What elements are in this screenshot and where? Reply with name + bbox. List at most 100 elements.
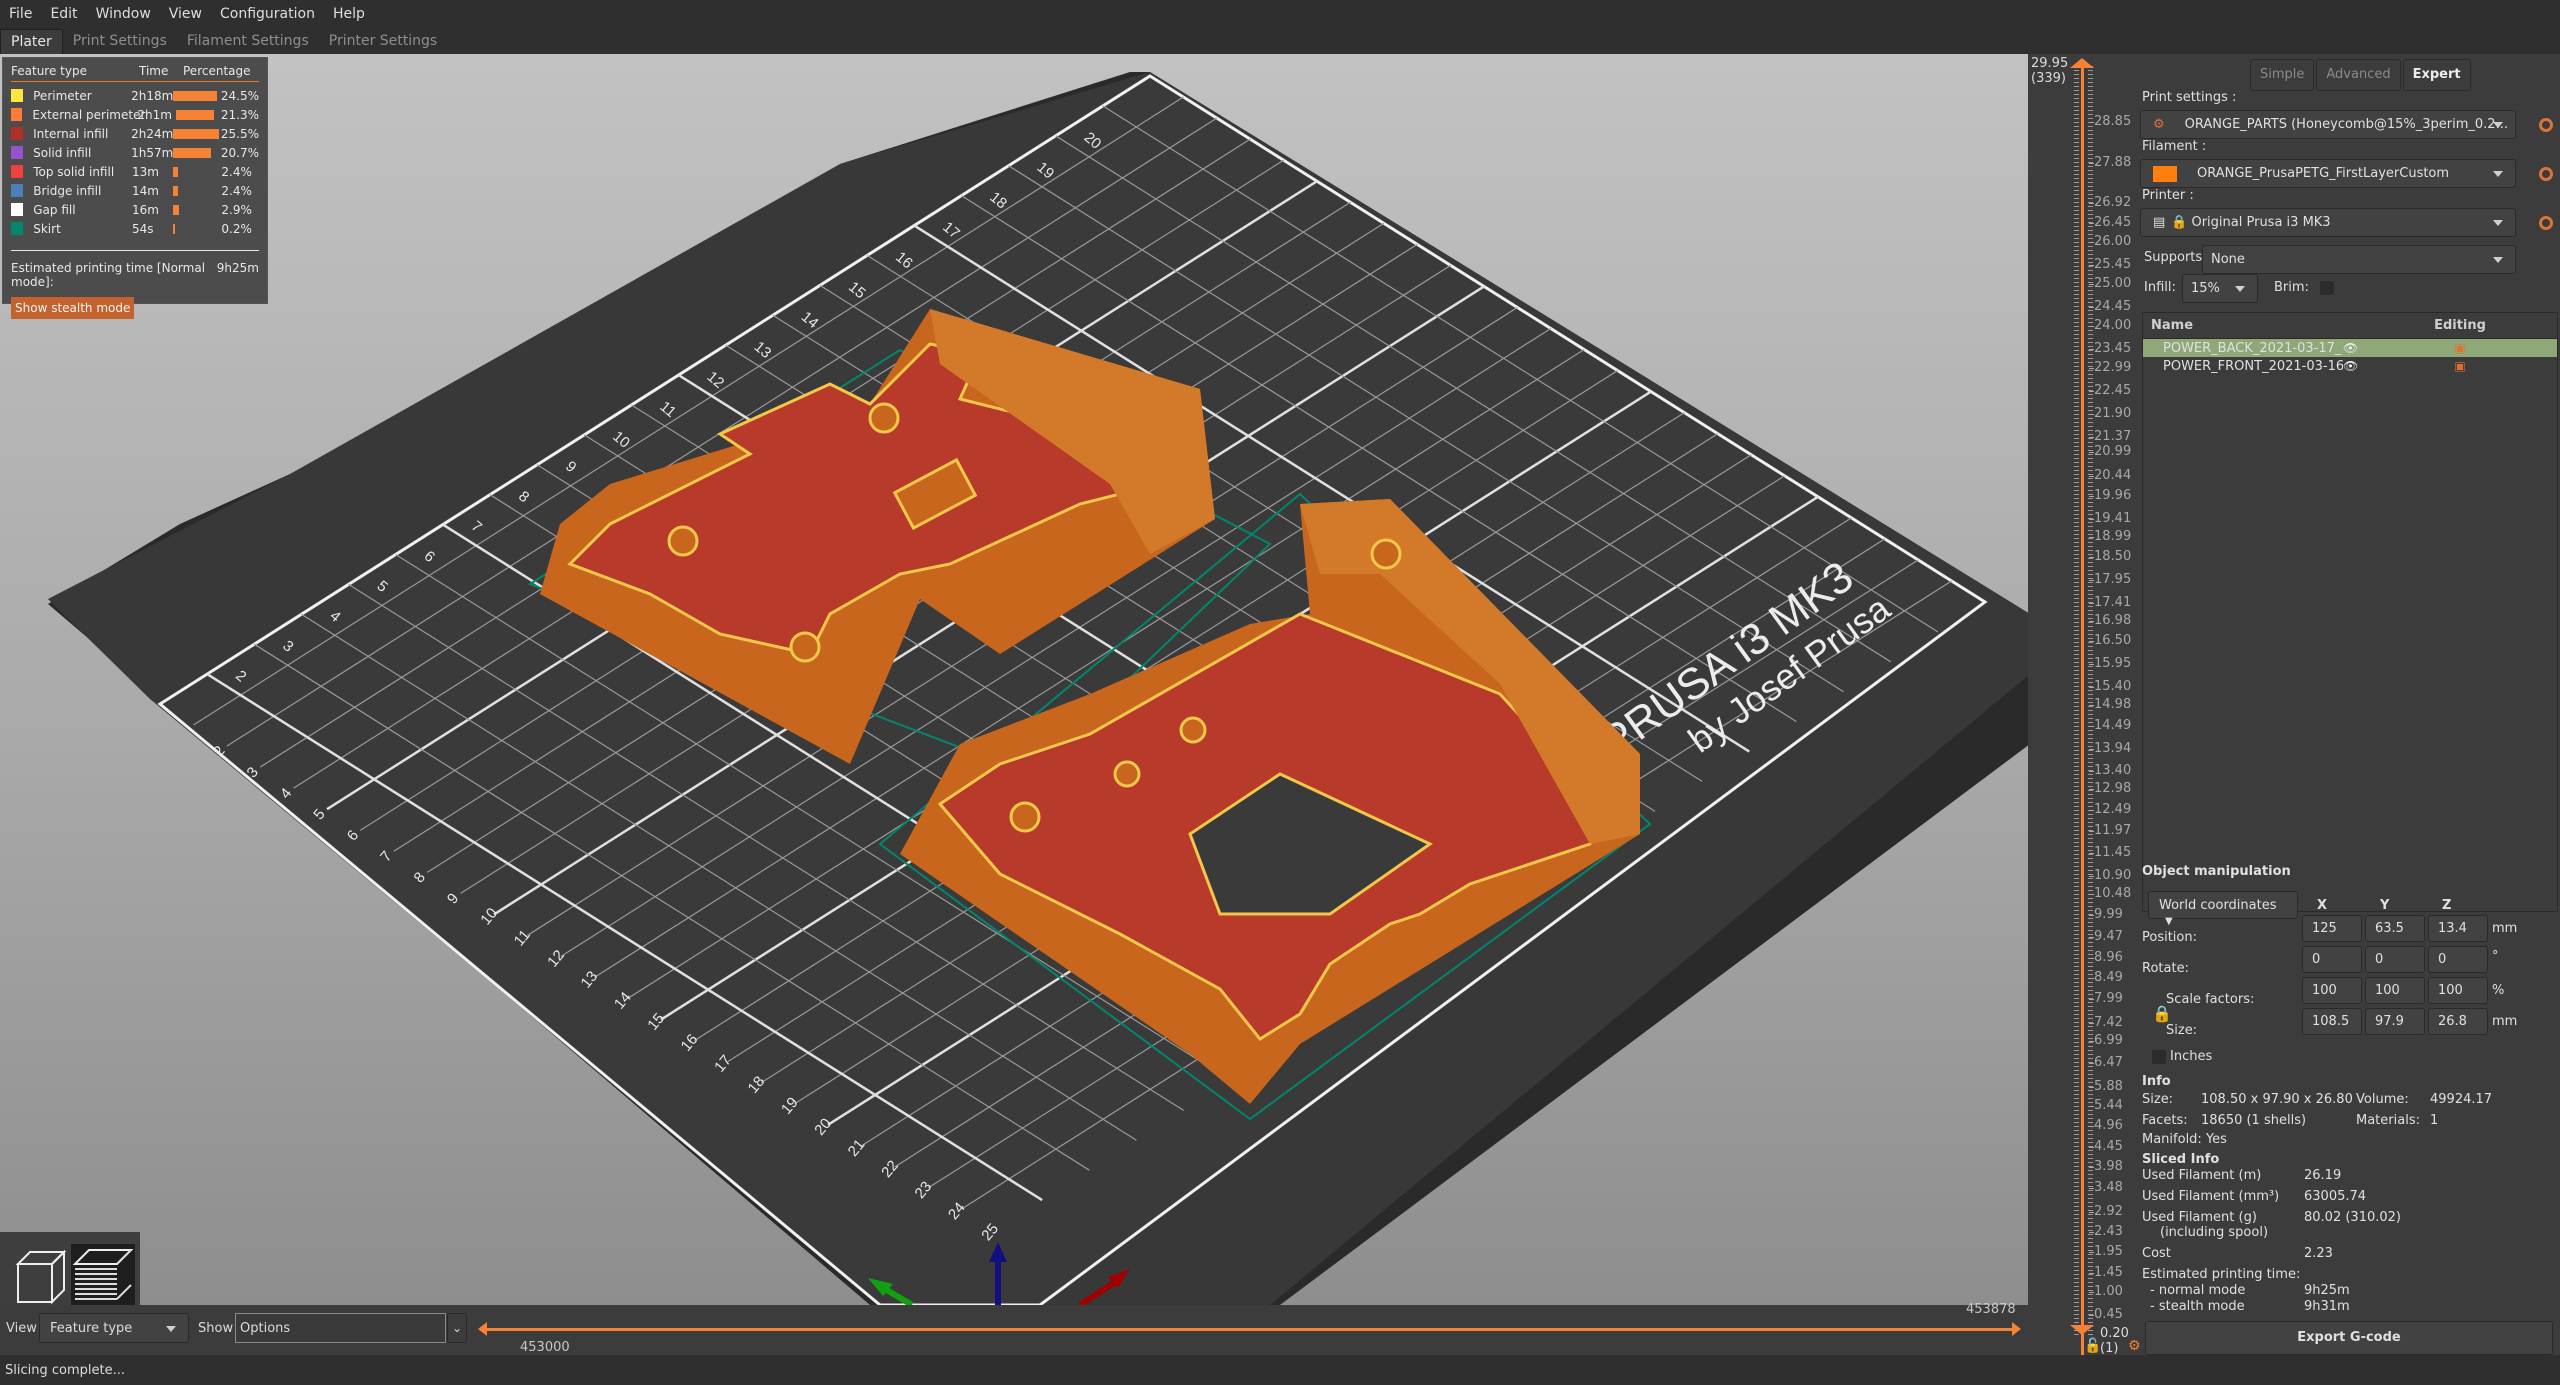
- legend-percentage-bar: [176, 109, 215, 120]
- supports-combo[interactable]: None: [2202, 245, 2516, 274]
- view-type-combo[interactable]: Feature type: [39, 1313, 189, 1343]
- slider-ticks-right: [2088, 66, 2093, 1336]
- layer-height-slider[interactable]: 29.95 (339) 28.85 27.88 26.92 26.45 26.00 25.…: [2028, 54, 2141, 1366]
- moves-slider-track[interactable]: [486, 1328, 2016, 1331]
- legend-row: Perimeter 2h18m 24.5%: [11, 86, 259, 105]
- show-options-dropdown-button[interactable]: ⌄: [447, 1313, 467, 1343]
- scale-unit: %: [2492, 983, 2505, 998]
- object-list-item[interactable]: POWER_BACK_2021-03-17_1 👁 ▣: [2143, 339, 2557, 357]
- size-z-field[interactable]: 26.8: [2428, 1008, 2488, 1035]
- edit-settings-icon[interactable]: ▣: [2363, 359, 2557, 373]
- position-z-field[interactable]: 13.4: [2428, 915, 2488, 942]
- slider-track[interactable]: [2081, 66, 2084, 1366]
- tab-bar: Plater Print Settings Filament Settings …: [0, 27, 2560, 54]
- object-list-item[interactable]: POWER_FRONT_2021-03-16_ 👁 ▣: [2143, 357, 2557, 375]
- slider-lower-thumb[interactable]: [2070, 1325, 2094, 1335]
- tab-print-settings[interactable]: Print Settings: [63, 29, 177, 54]
- info-volume-label: Volume:: [2356, 1092, 2409, 1107]
- tab-printer-settings[interactable]: Printer Settings: [319, 29, 447, 54]
- infill-label: Infill:: [2144, 280, 2176, 295]
- filament-edit-icon[interactable]: [2539, 167, 2553, 181]
- size-x-field[interactable]: 108.5: [2302, 1008, 2362, 1035]
- coordinate-system-combo[interactable]: World coordinates ▼: [2148, 891, 2298, 927]
- legend-swatch: [11, 89, 24, 102]
- menu-configuration[interactable]: Configuration: [211, 6, 324, 22]
- printer-value: Original Prusa i3 MK3: [2191, 215, 2331, 230]
- legend-feature-name: External perimeter: [32, 107, 146, 122]
- slider-tick-label: 24.45: [2088, 299, 2132, 315]
- edit-settings-icon[interactable]: ▣: [2363, 341, 2557, 355]
- position-y-field[interactable]: 63.5: [2365, 915, 2425, 942]
- moves-slider-right-thumb[interactable]: [2012, 1322, 2021, 1336]
- object-list-header: Name Editing: [2143, 313, 2557, 339]
- legend-feature-name: Top solid infill: [33, 164, 115, 179]
- infill-combo[interactable]: 15%: [2182, 274, 2258, 303]
- printer-combo[interactable]: ▤ 🔒 Original Prusa i3 MK3: [2140, 208, 2516, 237]
- tab-filament-settings[interactable]: Filament Settings: [177, 29, 319, 54]
- export-gcode-button[interactable]: Export G-code: [2145, 1321, 2553, 1355]
- menu-edit[interactable]: Edit: [41, 6, 86, 22]
- printer-edit-icon[interactable]: [2539, 216, 2553, 230]
- legend-row: External perimeter 2h1m 21.3%: [11, 105, 259, 124]
- layers-view-button[interactable]: [71, 1244, 135, 1305]
- legend-row: Gap fill 16m 2.9%: [11, 200, 259, 219]
- column-name[interactable]: Name: [2143, 318, 2363, 333]
- scale-x-field[interactable]: 100: [2302, 977, 2362, 1004]
- filament-combo[interactable]: ORANGE_PrusaPETG_FirstLayerCustom: [2140, 159, 2516, 188]
- menu-window[interactable]: Window: [87, 6, 160, 22]
- eye-icon[interactable]: 👁: [2343, 341, 2363, 355]
- legend-swatch: [11, 184, 24, 197]
- slider-tick-label: 16.50: [2088, 633, 2132, 649]
- rotate-x-field[interactable]: 0: [2302, 946, 2362, 973]
- tab-plater[interactable]: Plater: [0, 29, 63, 54]
- cost-value: 2.23: [2304, 1246, 2333, 1261]
- legend-swatch: [11, 222, 24, 235]
- unlock-icon[interactable]: 🔓: [2084, 1338, 2101, 1354]
- 3d-view-button[interactable]: [8, 1244, 72, 1305]
- slider-upper-thumb[interactable]: [2070, 58, 2094, 68]
- moves-slider-left-thumb[interactable]: [478, 1322, 487, 1336]
- legend-feature-name: Gap fill: [33, 202, 76, 217]
- estimated-time-label: Estimated printing time [Normal mode]:: [11, 261, 206, 289]
- legend-percentage-bar: [173, 147, 211, 158]
- slider-top-height: 29.95: [2031, 56, 2069, 71]
- inches-checkbox[interactable]: [2152, 1050, 2166, 1064]
- rotate-z-field[interactable]: 0: [2428, 946, 2488, 973]
- object-manipulation-title: Object manipulation: [2142, 864, 2291, 879]
- mode-expert-button[interactable]: Expert: [2402, 59, 2471, 91]
- scale-z-field[interactable]: 100: [2428, 977, 2488, 1004]
- show-options-combo[interactable]: Options: [235, 1313, 446, 1343]
- brim-checkbox[interactable]: [2320, 281, 2334, 295]
- menu-view[interactable]: View: [160, 6, 211, 22]
- brim-label: Brim:: [2274, 280, 2309, 295]
- menu-file[interactable]: File: [0, 6, 41, 22]
- column-editing[interactable]: Editing: [2363, 318, 2557, 333]
- slider-tick-label: 0.45: [2089, 1307, 2123, 1323]
- slider-tick-label: 3.98: [2089, 1159, 2123, 1175]
- 3d-preview-canvas[interactable]: PRUSA i3 MK3 by Josef Prusa 2 3 4 5 6 7 8 9 10 11…: [0, 54, 2028, 1305]
- print-settings-edit-icon[interactable]: [2539, 118, 2553, 132]
- position-x-field[interactable]: 125: [2302, 915, 2362, 942]
- mode-advanced-button[interactable]: Advanced: [2316, 59, 2401, 91]
- rotate-y-field[interactable]: 0: [2365, 946, 2425, 973]
- print-settings-combo[interactable]: ⚙ ORANGE_PARTS (Honeycomb@15%_3perim_0.2…: [2140, 110, 2516, 139]
- show-stealth-mode-button[interactable]: Show stealth mode: [11, 297, 135, 319]
- size-unit: mm: [2492, 1014, 2518, 1029]
- slider-tick-label: 8.49: [2089, 969, 2123, 985]
- eye-icon[interactable]: 👁: [2343, 359, 2363, 373]
- mode-simple-button[interactable]: Simple: [2250, 59, 2315, 91]
- sidebar: Simple Advanced Expert Print settings : …: [2140, 54, 2560, 1355]
- info-title: Info: [2142, 1074, 2171, 1089]
- legend-estimated-time: Estimated printing time [Normal mode]: 9…: [11, 261, 259, 289]
- scale-y-field[interactable]: 100: [2365, 977, 2425, 1004]
- legend-feature-name: Solid infill: [33, 145, 92, 160]
- slider-tick-label: 19.41: [2088, 510, 2132, 526]
- object-list: Name Editing POWER_BACK_2021-03-17_1 👁 ▣ PO…: [2142, 312, 2558, 912]
- axis-header-y: Y: [2380, 898, 2390, 913]
- preview-bottom-bar: View Feature type Show Options ⌄ 453000 …: [0, 1302, 2028, 1355]
- slider-settings-cog-icon[interactable]: ⚙: [2128, 1338, 2141, 1354]
- size-y-field[interactable]: 97.9: [2365, 1008, 2425, 1035]
- filament-value: ORANGE_PrusaPETG_FirstLayerCustom: [2197, 166, 2450, 181]
- menu-help[interactable]: Help: [324, 6, 374, 22]
- slider-tick-label: 18.50: [2088, 549, 2132, 565]
